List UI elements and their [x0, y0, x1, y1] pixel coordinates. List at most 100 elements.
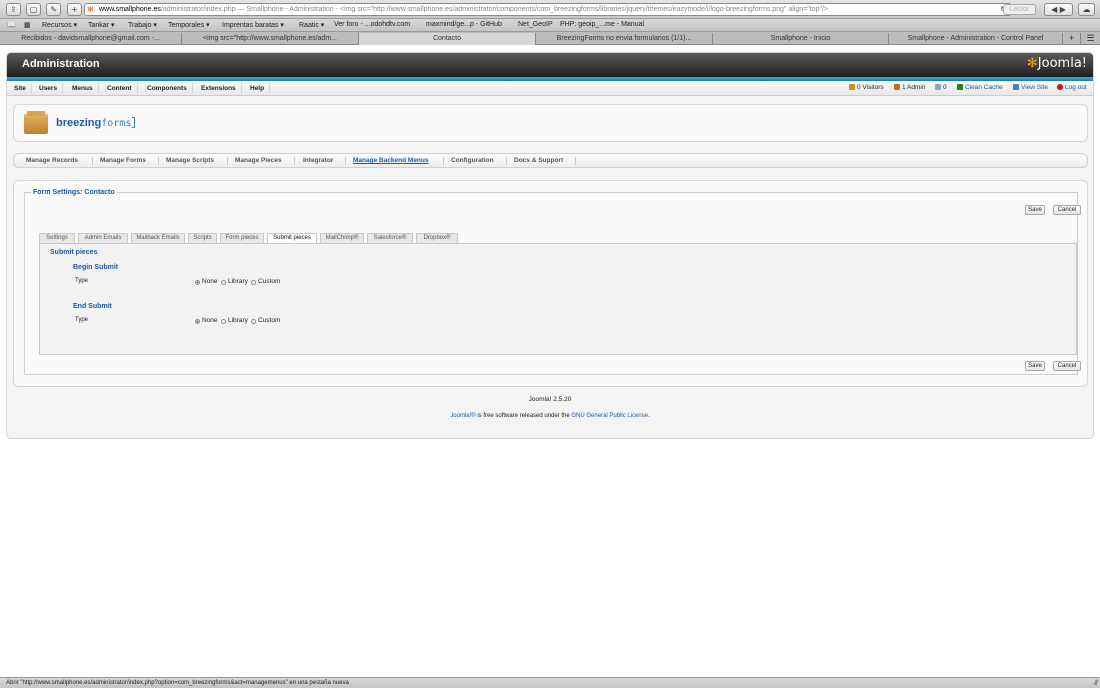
end-custom-radio[interactable]: [251, 319, 256, 324]
menu-site[interactable]: Site: [9, 83, 32, 94]
back-forward-icon[interactable]: ◀ ▶: [1044, 3, 1073, 16]
bookmark-item[interactable]: Raatic ▾: [299, 21, 324, 29]
begin-type-label: Type: [75, 278, 89, 284]
save-button-bottom[interactable]: Save: [1025, 361, 1045, 371]
bookmark-item[interactable]: Trabajo ▾: [128, 21, 157, 29]
bookmark-item[interactable]: Recursos ▾: [42, 21, 77, 29]
save-button-top[interactable]: Save: [1025, 205, 1045, 215]
url-page-title: Smallphone - Administration - <img src="…: [246, 6, 829, 13]
section-title: Submit pieces: [50, 249, 98, 256]
reading-list-icon[interactable]: 📖: [7, 21, 16, 29]
browser-tab[interactable]: BreezingForms no envia formularios (1/1)…: [536, 33, 713, 45]
subnav-manage-backend-menus[interactable]: Manage Backend Menus: [353, 157, 429, 164]
cloud-icon[interactable]: ☁: [1078, 3, 1095, 16]
url-path: /administrator/index.php: [160, 6, 236, 13]
clean-cache-icon: [957, 84, 963, 90]
logout-icon: [1057, 84, 1063, 90]
bookmark-item[interactable]: Net_GeoIP: [518, 21, 553, 28]
new-tab-plus-icon[interactable]: +: [67, 3, 82, 16]
clean-cache-link[interactable]: Clean Cache: [957, 84, 1003, 91]
new-tab-icon[interactable]: +: [1063, 33, 1081, 45]
url-host: www.smallphone.es: [99, 6, 161, 13]
tab-salesforce[interactable]: Salesforce®: [367, 233, 413, 243]
logout-link[interactable]: Log out: [1057, 84, 1087, 91]
mail-icon: [935, 84, 941, 90]
end-library-radio[interactable]: [221, 319, 226, 324]
end-none-label: None: [202, 317, 218, 324]
subnav-docs-support[interactable]: Docs & Support: [514, 157, 563, 164]
joomla-link[interactable]: Joomla!®: [450, 413, 475, 419]
resize-grip-icon[interactable]: ///: [1094, 679, 1098, 688]
tools-icon[interactable]: ✎: [46, 3, 61, 16]
bookmark-item[interactable]: PHP: geoip_...me - Manual: [560, 21, 644, 28]
browser-tab[interactable]: Smallphone - Administration - Control Pa…: [889, 33, 1063, 45]
tab-scripts[interactable]: Scripts: [188, 233, 217, 243]
subnav-manage-records[interactable]: Manage Records: [26, 157, 78, 164]
gpl-link[interactable]: GNU General Public License: [571, 413, 648, 419]
subnav-configuration[interactable]: Configuration: [451, 157, 494, 164]
submit-pieces-content: Submit pieces Begin Submit Type None Lib…: [39, 243, 1077, 355]
tab-mailchimp[interactable]: MailChimp®: [320, 233, 364, 243]
breezingforms-box-icon: [24, 111, 48, 134]
begin-library-radio[interactable]: [221, 280, 226, 285]
view-site-link[interactable]: View Site: [1013, 84, 1048, 91]
browser-tab-active[interactable]: Contacto: [359, 33, 536, 45]
browser-tab[interactable]: Smallphone - Inicio: [713, 33, 889, 45]
begin-custom-radio[interactable]: [251, 280, 256, 285]
begin-submit-title: Begin Submit: [73, 264, 119, 271]
menu-help[interactable]: Help: [245, 83, 271, 94]
form-settings-legend: Form Settings: Contacto: [31, 189, 117, 196]
joomla-logo[interactable]: ✻Joomla!: [1027, 56, 1087, 71]
tab-mailback-emails[interactable]: Mailback Emails: [131, 233, 185, 243]
begin-none-radio[interactable]: [195, 280, 200, 285]
subnav-integrator[interactable]: Integrator: [303, 157, 333, 164]
subnav-manage-forms[interactable]: Manage Forms: [100, 157, 146, 164]
tab-admin-emails[interactable]: Admin Emails: [78, 233, 128, 243]
visitors-status: 0 Visitors: [849, 84, 884, 91]
browser-tab[interactable]: <img src="http://www.smallphone.es/adm..…: [182, 33, 359, 45]
menu-content[interactable]: Content: [102, 83, 138, 94]
messages-status[interactable]: 0: [935, 84, 947, 91]
admin-title: Administration: [22, 58, 100, 70]
cancel-button-top[interactable]: Cancel: [1053, 205, 1081, 215]
end-none-radio[interactable]: [195, 319, 200, 324]
bookmark-item[interactable]: Imprentas baratas ▾: [222, 21, 284, 29]
address-bar[interactable]: ✻ www.smallphone.es/administrator/index.…: [84, 3, 1012, 16]
end-submit-title: End Submit: [73, 303, 112, 310]
bookmark-item[interactable]: Ver foro - ...odohdtv.com: [334, 21, 410, 28]
end-type-label: Type: [75, 317, 89, 323]
end-custom-label: Custom: [258, 317, 281, 324]
tab-list-icon[interactable]: ☰: [1081, 33, 1100, 45]
view-site-icon: [1013, 84, 1019, 90]
breezingforms-logo: breezingforms: [56, 117, 136, 129]
tab-dropbox[interactable]: Dropbox®: [416, 233, 458, 243]
tab-form-pieces[interactable]: Form pieces: [220, 233, 264, 243]
menu-menus[interactable]: Menus: [67, 83, 99, 94]
tab-settings[interactable]: Settings: [39, 233, 75, 243]
license-text: Joomla!® is free software released under…: [450, 413, 650, 419]
bookmark-item[interactable]: Temporales ▾: [168, 21, 210, 29]
browser-toolbar: ⇪ ▢ ✎ + ✻ www.smallphone.es/administrato…: [0, 0, 1100, 19]
top-sites-icon[interactable]: ▦: [24, 21, 31, 29]
reader-button[interactable]: Lector: [1003, 4, 1036, 15]
admin-user-icon: [894, 84, 900, 90]
page-icon[interactable]: ▢: [26, 3, 41, 16]
component-subnav: Manage Records Manage Forms Manage Scrip…: [13, 153, 1088, 168]
form-settings-fieldset: Save Cancel Settings Admin Emails Mailba…: [24, 192, 1081, 375]
browser-status-bar: Abrir "http://www.smallphone.es/administ…: [0, 677, 1100, 688]
admin-container: Administration ✻Joomla! Site Users Menus…: [6, 52, 1094, 439]
menu-components[interactable]: Components: [142, 83, 193, 94]
joomla-mark-icon: ✻: [1026, 56, 1038, 71]
menu-extensions[interactable]: Extensions: [196, 83, 242, 94]
bookmarks-bar: 📖 ▦ Recursos ▾ Tankar ▾ Trabajo ▾ Tempor…: [0, 19, 1100, 32]
share-icon[interactable]: ⇪: [6, 3, 21, 16]
subnav-manage-pieces[interactable]: Manage Pieces: [235, 157, 282, 164]
menu-users[interactable]: Users: [34, 83, 64, 94]
bookmark-item[interactable]: Tankar ▾: [88, 21, 114, 29]
cancel-button-bottom[interactable]: Cancel: [1053, 361, 1081, 371]
bookmark-item[interactable]: maxmind/ge...p - GitHub: [426, 21, 502, 28]
admin-header: Administration ✻Joomla!: [7, 53, 1093, 77]
joomla-favicon-icon: ✻: [87, 5, 94, 14]
subnav-manage-scripts[interactable]: Manage Scripts: [166, 157, 214, 164]
browser-tab[interactable]: Recibidos - davidsmallphone@gmail.com -.…: [0, 33, 182, 45]
